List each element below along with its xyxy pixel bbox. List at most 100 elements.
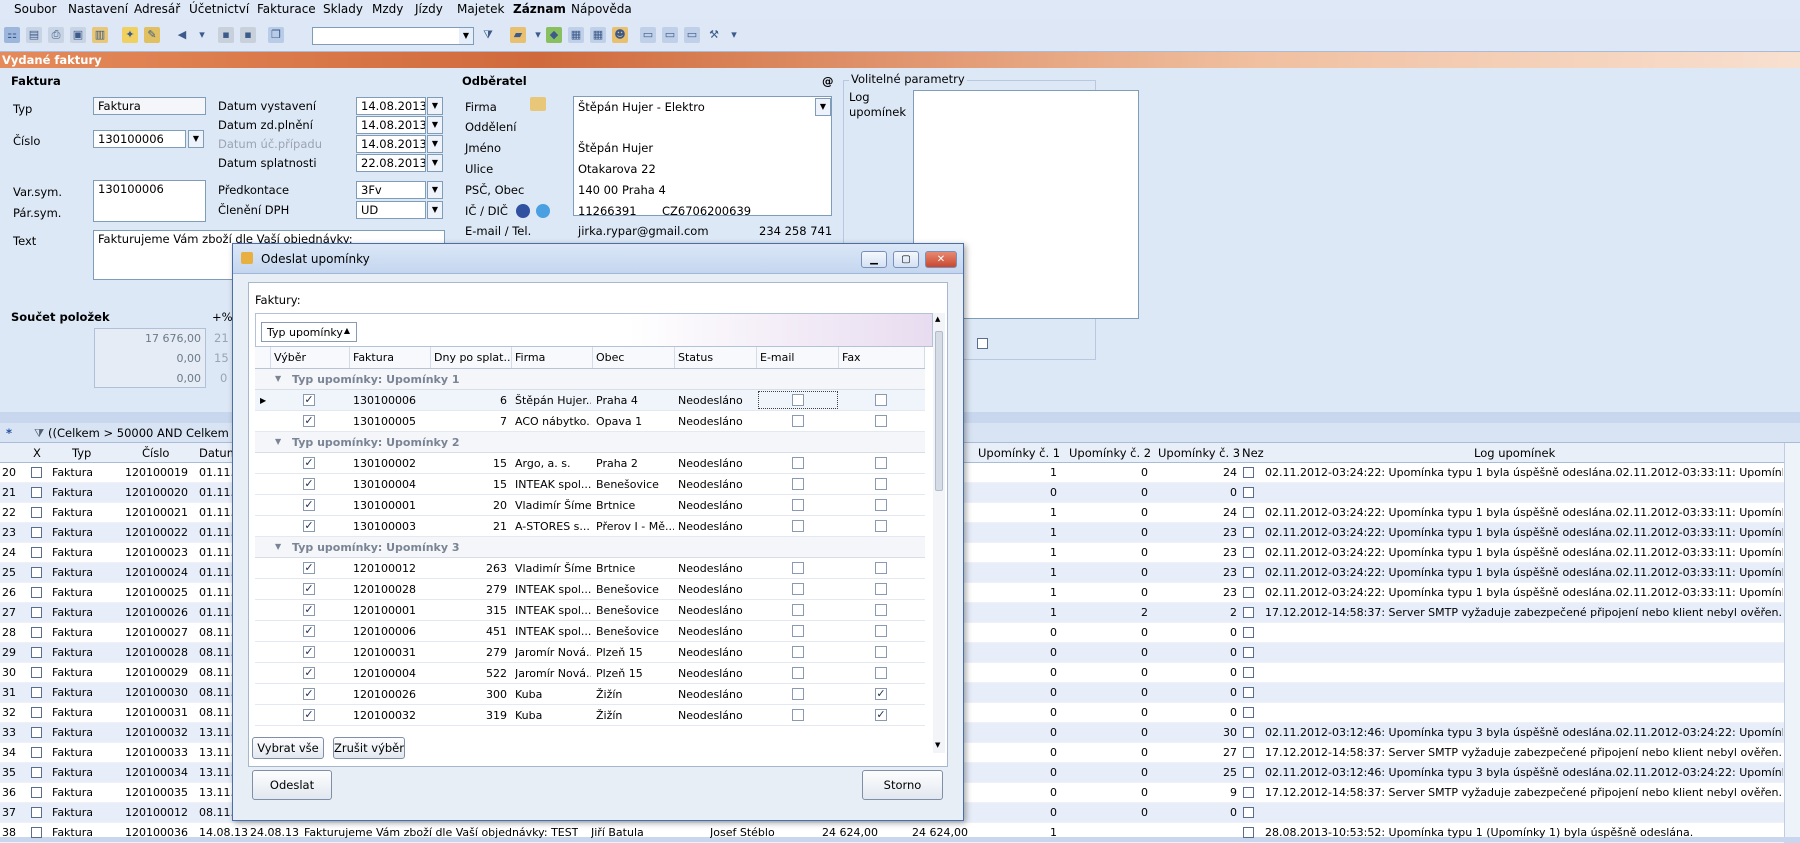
vyber-checkbox[interactable]: ✓ [303, 646, 315, 658]
group-row[interactable]: ▼ Typ upomínky: Upomínky 3 [255, 537, 925, 558]
firma-value[interactable]: Štěpán Hujer - Elektro [578, 100, 705, 114]
back-icon[interactable]: ◀ [174, 27, 190, 43]
vyber-checkbox[interactable]: ✓ [303, 709, 315, 721]
print-icon[interactable]: ⎙ [48, 27, 64, 43]
row-checkbox[interactable] [31, 487, 42, 498]
vyber-checkbox[interactable]: ✓ [303, 688, 315, 700]
row-nez-checkbox[interactable] [1243, 667, 1254, 678]
row-checkbox[interactable] [31, 507, 42, 518]
col-cislo[interactable]: Číslo [142, 446, 169, 460]
preview-icon[interactable]: ▣ [70, 27, 86, 43]
users-icon[interactable]: ☻ [612, 27, 628, 43]
ie-icon[interactable] [536, 204, 550, 218]
menu-sklady[interactable]: Sklady [323, 2, 363, 16]
chevron-down-icon[interactable]: ▾ [194, 27, 210, 43]
row-nez-checkbox[interactable] [1243, 627, 1254, 638]
row-checkbox[interactable] [31, 647, 42, 658]
ares-icon[interactable] [516, 204, 530, 218]
row-checkbox[interactable] [31, 607, 42, 618]
vyber-checkbox[interactable]: ✓ [303, 583, 315, 595]
email-checkbox[interactable] [792, 415, 804, 427]
email-checkbox[interactable] [792, 583, 804, 595]
vyber-checkbox[interactable]: ✓ [303, 520, 315, 532]
window3-icon[interactable]: ▭ [684, 27, 700, 43]
col-x[interactable]: X [33, 446, 41, 460]
group-row[interactable]: ▼ Typ upomínky: Upomínky 1 [255, 369, 925, 390]
chevron-down-icon[interactable]: ▾ [726, 27, 742, 43]
row-checkbox[interactable] [31, 567, 42, 578]
email-checkbox[interactable] [792, 457, 804, 469]
address-book-icon[interactable] [530, 97, 546, 111]
psc-value[interactable]: 140 00 [578, 183, 618, 197]
fax-checkbox[interactable] [875, 562, 887, 574]
filter-text[interactable]: ((Celkem > 50000 AND Celkem < 1 [48, 426, 253, 440]
predkontace-dropdown-icon[interactable]: ▼ [427, 181, 443, 199]
list-item[interactable]: ✓ 130100001 20 Vladimír Šíme... Brtnice … [255, 495, 925, 516]
menu-napoveda[interactable]: Nápověda [571, 2, 632, 16]
folder-icon[interactable]: ▰ [510, 27, 526, 43]
email-checkbox[interactable] [792, 625, 804, 637]
vyber-checkbox[interactable]: ✓ [303, 478, 315, 490]
vyber-checkbox[interactable]: ✓ [303, 562, 315, 574]
list-item[interactable]: ✓ 120100026 300 Kuba Žižín Neodesláno ✓ [255, 684, 925, 705]
row-nez-checkbox[interactable] [1243, 547, 1254, 558]
email-checkbox[interactable] [792, 667, 804, 679]
send-button[interactable]: Odeslat [252, 770, 332, 800]
dcol-fax[interactable]: Fax [839, 347, 925, 368]
email-value[interactable]: jirka.rypar@gmail.com [578, 224, 709, 238]
row-checkbox[interactable] [31, 747, 42, 758]
row-checkbox[interactable] [31, 807, 42, 818]
row-nez-checkbox[interactable] [1243, 507, 1254, 518]
row-nez-checkbox[interactable] [1243, 807, 1254, 818]
list-item[interactable]: ✓ 120100004 522 Jaromír Nová... Plzeň 15… [255, 663, 925, 684]
fax-checkbox[interactable] [875, 520, 887, 532]
vyber-checkbox[interactable]: ✓ [303, 415, 315, 427]
list-item[interactable]: ✓ 130100002 15 Argo, a. s. Praha 2 Neode… [255, 453, 925, 474]
row-nez-checkbox[interactable] [1243, 687, 1254, 698]
scroll-down-icon[interactable]: ▼ [935, 741, 940, 749]
datum-uc-dropdown-icon[interactable]: ▼ [427, 135, 443, 153]
datum-uc-field[interactable]: 14.08.2013 [356, 135, 426, 153]
row-nez-checkbox[interactable] [1243, 707, 1254, 718]
row-nez-checkbox[interactable] [1243, 487, 1254, 498]
filter-icon[interactable]: ⧩ [480, 27, 496, 43]
row-nez-checkbox[interactable] [1243, 527, 1254, 538]
fax-checkbox[interactable]: ✓ [875, 688, 887, 700]
disk-icon[interactable]: ▪ [218, 27, 234, 43]
jmeno-value[interactable]: Štěpán Hujer [578, 141, 653, 155]
datum-vystaveni-dropdown-icon[interactable]: ▼ [427, 97, 443, 115]
fax-checkbox[interactable] [875, 478, 887, 490]
dialog-scrollbar[interactable]: ▲ ▼ [933, 313, 945, 753]
tree-icon[interactable]: ⚏ [4, 27, 20, 43]
col-upominky2[interactable]: Upomínky č. 2 [1069, 446, 1151, 460]
grid-scrollbar[interactable] [1784, 443, 1800, 837]
window-icon[interactable]: ▭ [640, 27, 656, 43]
datum-zdpl-dropdown-icon[interactable]: ▼ [427, 116, 443, 134]
row-checkbox[interactable] [31, 467, 42, 478]
vyber-checkbox[interactable]: ✓ [303, 499, 315, 511]
scroll-up-icon[interactable]: ▲ [935, 315, 940, 323]
menu-ucetnictvi[interactable]: Účetnictví [189, 2, 249, 16]
row-checkbox[interactable] [31, 667, 42, 678]
save-icon[interactable]: ▤ [26, 27, 42, 43]
row-nez-checkbox[interactable] [1243, 747, 1254, 758]
dcol-status[interactable]: Status [675, 347, 757, 368]
maximize-icon[interactable]: ▢ [893, 251, 919, 268]
menu-zaznam[interactable]: Záznam [513, 2, 566, 16]
row-checkbox[interactable] [31, 727, 42, 738]
cancel-button[interactable]: Storno [862, 770, 943, 800]
group-by-typ-button[interactable]: Typ upomínky ▲ [261, 322, 357, 342]
dcol-firma[interactable]: Firma [512, 347, 593, 368]
group-row[interactable]: ▼ Typ upomínky: Upomínky 2 [255, 432, 925, 453]
email-checkbox[interactable] [792, 562, 804, 574]
vyber-checkbox[interactable]: ✓ [303, 667, 315, 679]
collapse-icon[interactable]: ▼ [275, 374, 281, 383]
row-nez-checkbox[interactable] [1243, 647, 1254, 658]
col-log[interactable]: Log upomínek [1474, 446, 1555, 460]
fax-checkbox[interactable]: ✓ [875, 709, 887, 721]
row-nez-checkbox[interactable] [1243, 567, 1254, 578]
filter-icon[interactable]: ⧩ [34, 426, 44, 441]
cleneni-field[interactable]: UD [356, 201, 426, 219]
row-nez-checkbox[interactable] [1243, 587, 1254, 598]
col-nez[interactable]: Nez [1242, 446, 1264, 460]
